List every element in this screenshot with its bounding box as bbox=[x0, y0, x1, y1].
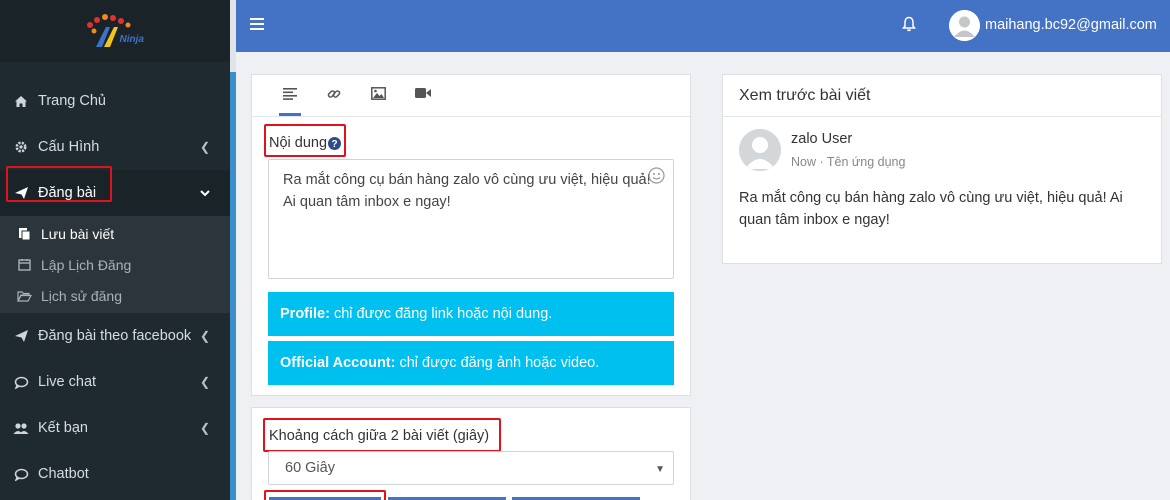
svg-text:?: ? bbox=[331, 139, 337, 150]
submenu-item-save-post[interactable]: Lưu bài viết bbox=[0, 218, 230, 249]
users-icon bbox=[12, 422, 30, 435]
preview-avatar bbox=[739, 129, 781, 171]
sidebar-item-label: Chatbot bbox=[38, 466, 89, 482]
submenu-item-schedule[interactable]: Lập Lịch Đăng bbox=[0, 249, 230, 280]
sidebar-item-add-friends[interactable]: Kết bạn ❮ bbox=[0, 405, 230, 451]
interval-label: Khoảng cách giữa 2 bài viết (giây) bbox=[269, 428, 490, 444]
sidebar-item-label: Kết bạn bbox=[38, 420, 88, 436]
sidebar-item-label: Trang Chủ bbox=[38, 93, 106, 109]
interval-card: Khoảng cách giữa 2 bài viết (giây) 60 Gi… bbox=[251, 407, 691, 500]
post-submenu: Lưu bài viết Lập Lịch Đăng Lịch sử đăng bbox=[0, 216, 230, 313]
chat-bubble-icon bbox=[12, 468, 30, 481]
bell-icon[interactable] bbox=[902, 16, 916, 35]
topbar: maihang.bc92@gmail.com bbox=[236, 0, 1170, 52]
logo-text: Ninja bbox=[119, 34, 144, 45]
gear-icon bbox=[12, 140, 30, 154]
sidebar-item-facebook-post[interactable]: Đăng bài theo facebook ❮ bbox=[0, 313, 230, 359]
help-icon[interactable]: ? bbox=[328, 136, 342, 150]
chat-bubble-icon bbox=[12, 376, 30, 389]
files-icon bbox=[16, 227, 32, 241]
home-icon bbox=[12, 95, 30, 108]
sidebar-item-label: Đăng bài bbox=[38, 185, 97, 201]
chevron-left-icon: ❮ bbox=[199, 140, 210, 154]
submenu-item-label: Lập Lịch Đăng bbox=[41, 256, 132, 273]
scrollbar-thumb[interactable] bbox=[230, 72, 236, 500]
chevron-left-icon: ❮ bbox=[199, 375, 210, 389]
interval-select-value: 60 Giây bbox=[285, 460, 335, 476]
content-text: Ra mắt công cụ bán hàng zalo vô cùng ưu … bbox=[283, 172, 651, 210]
calendar-icon bbox=[16, 258, 32, 271]
avatar[interactable] bbox=[949, 10, 980, 41]
submenu-item-history[interactable]: Lịch sử đăng bbox=[0, 280, 230, 311]
profile-info-bold: Profile: bbox=[280, 306, 330, 322]
tab-text[interactable] bbox=[279, 87, 301, 107]
chevron-down-icon bbox=[200, 186, 210, 200]
sidebar-item-label: Cấu Hình bbox=[38, 139, 100, 155]
paper-plane-icon bbox=[12, 186, 30, 200]
content-label: Nội dung bbox=[269, 135, 328, 151]
sidebar-item-chatbot[interactable]: Chatbot bbox=[0, 451, 230, 497]
paper-plane-icon bbox=[12, 329, 30, 343]
chevron-left-icon: ❮ bbox=[199, 329, 210, 343]
preview-body: Ra mắt công cụ bán hàng zalo vô cùng ưu … bbox=[739, 190, 1123, 228]
interval-select[interactable]: 60 Giây ▼ bbox=[268, 451, 674, 485]
sidebar-item-label: Live chat bbox=[38, 374, 97, 390]
official-info-callout: Official Account: chỉ được đăng ảnh hoặc… bbox=[268, 341, 674, 385]
official-info-text: chỉ được đăng ảnh hoặc video. bbox=[399, 355, 600, 371]
content-textarea[interactable]: Ra mắt công cụ bán hàng zalo vô cùng ưu … bbox=[268, 159, 674, 279]
submenu-item-label: Lưu bài viết bbox=[41, 225, 115, 242]
chevron-left-icon: ❮ bbox=[199, 421, 210, 435]
sidebar: Ninja Trang Chủ Cấu Hình ❮ Đăng bài Lưu … bbox=[0, 0, 230, 500]
sidebar-item-home[interactable]: Trang Chủ bbox=[0, 78, 230, 124]
menu-toggle-icon[interactable] bbox=[250, 18, 264, 33]
logo[interactable]: Ninja bbox=[0, 0, 230, 62]
sidebar-item-label: Đăng bài theo facebook bbox=[38, 328, 192, 344]
active-tab-indicator bbox=[279, 113, 301, 116]
profile-info-callout: Profile: chỉ được đăng link hoặc nội dun… bbox=[268, 292, 674, 336]
sidebar-item-post[interactable]: Đăng bài bbox=[0, 170, 230, 216]
ninja-logo-icon: Ninja bbox=[80, 11, 150, 51]
preview-card: Xem trước bài viết zalo User Now · Tên ứ… bbox=[722, 74, 1162, 264]
folder-open-icon bbox=[16, 290, 32, 302]
preview-user-name: zalo User bbox=[791, 131, 853, 147]
media-tabs bbox=[252, 75, 690, 117]
caret-down-icon: ▼ bbox=[655, 464, 665, 475]
preview-title: Xem trước bài viết bbox=[723, 75, 1161, 117]
official-info-bold: Official Account: bbox=[280, 355, 396, 371]
tab-video[interactable] bbox=[412, 87, 434, 107]
preview-meta: Now · Tên ứng dụng bbox=[791, 155, 906, 169]
user-email[interactable]: maihang.bc92@gmail.com bbox=[985, 17, 1157, 33]
tab-image[interactable] bbox=[367, 87, 389, 107]
emoji-icon[interactable] bbox=[648, 167, 665, 187]
content-label-row: Nội dung ? bbox=[269, 135, 342, 151]
sidebar-item-settings[interactable]: Cấu Hình ❮ bbox=[0, 124, 230, 170]
sidebar-nav: Trang Chủ Cấu Hình ❮ Đăng bài Lưu bài vi… bbox=[0, 78, 230, 497]
tab-link[interactable] bbox=[323, 87, 345, 107]
editor-card: Nội dung ? Ra mắt công cụ bán hàng zalo … bbox=[251, 74, 691, 396]
submenu-item-label: Lịch sử đăng bbox=[41, 287, 122, 304]
sidebar-item-live-chat[interactable]: Live chat ❮ bbox=[0, 359, 230, 405]
profile-info-text: chỉ được đăng link hoặc nội dung. bbox=[333, 306, 553, 322]
